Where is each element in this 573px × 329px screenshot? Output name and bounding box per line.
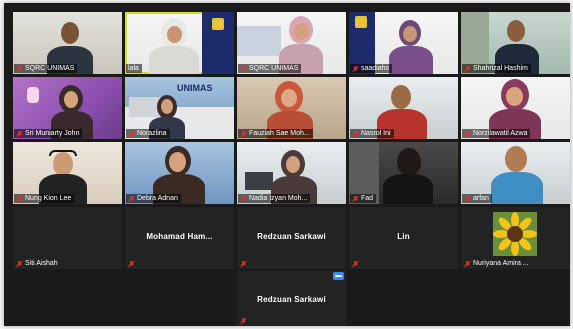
participant-tile-profile-photo[interactable]: Nuriyana Amira ... <box>461 207 570 269</box>
participant-name-label: Sri Muniarty John <box>14 129 83 138</box>
participant-tile[interactable]: Sri Muniarty John <box>13 77 122 139</box>
mic-muted-icon <box>16 260 23 267</box>
participant-tile[interactable]: SQRC UNIMAS <box>237 12 346 74</box>
participant-tile[interactable]: Norzilawatil Azwa <box>461 77 570 139</box>
participant-name-label: Fauziah Sae Moh... <box>238 129 313 138</box>
mic-muted-icon <box>240 260 247 268</box>
participant-name-label: SQRC UNIMAS <box>238 64 302 73</box>
participant-center-name: Mohamad Ham... <box>146 232 213 241</box>
participant-tile-no-video[interactable]: Lin <box>349 207 458 269</box>
mic-muted-icon <box>240 130 247 137</box>
participant-tile[interactable]: Nasrol Ini <box>349 77 458 139</box>
mic-muted-icon <box>464 195 471 202</box>
participant-name-label: Nuriyana Amira ... <box>462 259 532 268</box>
mic-muted-icon <box>464 65 471 72</box>
participant-tile[interactable]: SQRC UNIMAS <box>13 12 122 74</box>
participant-name-label: lala <box>126 64 142 73</box>
mic-muted-icon <box>464 260 471 267</box>
mic-muted-icon <box>240 195 247 202</box>
participant-name-label: Nasrol Ini <box>350 129 394 138</box>
participant-tile-no-video[interactable]: Siti Aishah <box>13 207 122 269</box>
participant-name-label <box>238 317 252 325</box>
participant-center-name: Redzuan Sarkawi <box>257 232 326 241</box>
participant-name-label: Siti Aishah <box>14 259 61 268</box>
participant-tile-no-video[interactable]: Mohamad Ham... <box>125 207 234 269</box>
sunflower-profile-picture <box>493 212 537 256</box>
participant-name-label: Fad <box>350 194 377 203</box>
participant-name-label: Norzilawatil Azwa <box>462 129 531 138</box>
mic-muted-icon <box>352 130 359 137</box>
participant-name-label: Shahrizal Hashim <box>462 64 531 73</box>
participant-options-button[interactable] <box>333 272 344 280</box>
mic-muted-icon <box>128 130 135 137</box>
participant-tile[interactable]: saadiahs <box>349 12 458 74</box>
mic-muted-icon <box>352 260 359 268</box>
participant-tile-active-speaker[interactable]: lala <box>125 12 234 74</box>
participant-name-label: SQRC UNIMAS <box>14 64 78 73</box>
participant-name-label: Nung Kion Lee <box>14 194 75 203</box>
mic-muted-icon <box>16 65 23 72</box>
mic-muted-icon <box>16 195 23 202</box>
unimas-logo: UNIMAS <box>177 83 213 93</box>
participant-center-name: Lin <box>397 232 410 241</box>
participant-name-label: arfan <box>462 194 492 203</box>
mic-muted-icon <box>16 130 23 137</box>
participant-tile-no-video[interactable]: Redzuan Sarkawi <box>237 271 346 326</box>
participant-name-label: saadiahs <box>350 64 393 73</box>
participant-tile[interactable]: Shahrizal Hashim <box>461 12 570 74</box>
mic-muted-icon <box>240 65 247 72</box>
participant-name-label: Norazlina <box>126 129 170 138</box>
participant-tile[interactable]: arfan <box>461 142 570 204</box>
participant-name-label: Debra Adnan <box>126 194 181 203</box>
participant-name-label: Nadia Izyan Moh... <box>238 194 311 203</box>
participant-name-label <box>238 260 252 268</box>
participant-tile[interactable]: Fad <box>349 142 458 204</box>
participant-center-name: Redzuan Sarkawi <box>257 295 326 304</box>
participant-tile[interactable]: Nadia Izyan Moh... <box>237 142 346 204</box>
mic-muted-icon <box>240 317 247 325</box>
participant-tile-no-video[interactable]: Redzuan Sarkawi <box>237 207 346 269</box>
video-gallery: SQRC UNIMAS lala SQRC UNIMAS saadiahs Sh… <box>4 3 570 326</box>
mic-muted-icon <box>128 260 135 268</box>
mic-muted-icon <box>128 195 135 202</box>
participant-tile[interactable]: Nung Kion Lee <box>13 142 122 204</box>
participant-name-label <box>126 260 140 268</box>
mic-muted-icon <box>464 130 471 137</box>
participant-tile[interactable]: UNIMAS Norazlina <box>125 77 234 139</box>
participant-tile[interactable]: Debra Adnan <box>125 142 234 204</box>
mic-muted-icon <box>352 195 359 202</box>
mic-muted-icon <box>352 65 359 72</box>
participant-tile[interactable]: Fauziah Sae Moh... <box>237 77 346 139</box>
participant-name-label <box>350 260 364 268</box>
